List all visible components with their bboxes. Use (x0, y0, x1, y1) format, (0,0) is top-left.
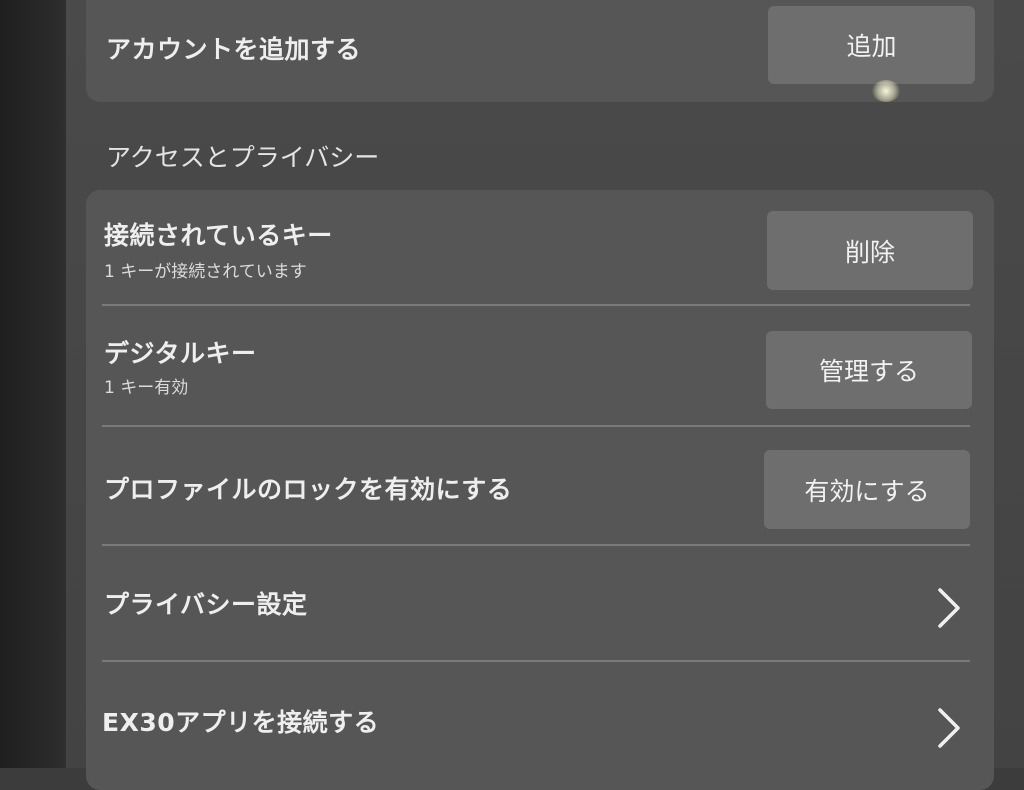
profile-lock-title: プロファイルのロックを有効にする (104, 475, 513, 504)
connected-keys-title: 接続されているキー (104, 221, 333, 250)
add-account-button[interactable]: 追加 (768, 6, 975, 84)
divider (102, 544, 970, 546)
add-account-title: アカウントを追加する (106, 35, 362, 64)
screen-glare (872, 80, 900, 102)
enable-profile-lock-button[interactable]: 有効にする (764, 450, 970, 529)
manage-digital-key-button[interactable]: 管理する (766, 331, 972, 409)
divider (102, 425, 970, 427)
chevron-right-icon[interactable] (928, 584, 968, 632)
divider (102, 660, 970, 662)
digital-key-title: デジタルキー (104, 339, 257, 368)
chevron-right-icon[interactable] (928, 704, 968, 752)
remove-key-button[interactable]: 削除 (767, 211, 973, 290)
divider (102, 304, 970, 306)
section-label-access-privacy: アクセスとプライバシー (106, 143, 380, 172)
digital-key-subtitle: 1 キー有効 (104, 378, 189, 398)
connected-keys-subtitle: 1 キーが接続されています (104, 262, 307, 282)
privacy-settings-title: プライバシー設定 (104, 590, 308, 619)
ex30-app-title: EX30アプリを接続する (102, 708, 380, 737)
